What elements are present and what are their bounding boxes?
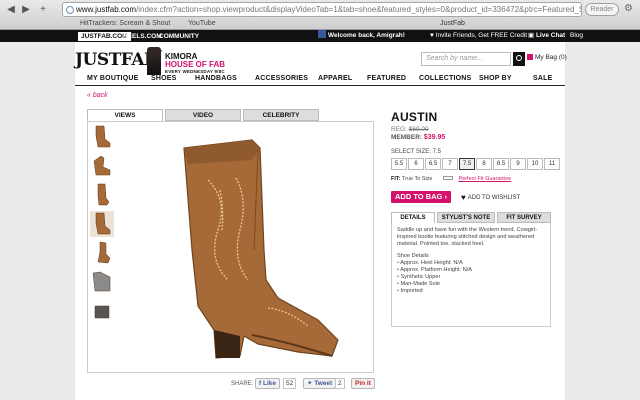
member-price: MEMBER: $39.95 — [391, 134, 446, 141]
main-navigation: MY BOUTIQUE SHOES HANDBAGS ACCESSORIES A… — [75, 74, 565, 86]
search-input[interactable]: Search by name... — [421, 52, 511, 66]
my-bag-link[interactable]: My Bag (0) — [527, 54, 567, 61]
facebook-like-button[interactable]: f Like — [255, 378, 280, 389]
gallery-thumbnail[interactable] — [90, 124, 114, 150]
url-path: /index.cfm?action=shop.viewproduct&displ… — [136, 5, 581, 14]
tab-stylists-note[interactable]: STYLIST'S NOTE — [437, 212, 495, 223]
nav-shoes[interactable]: SHOES — [151, 75, 177, 82]
purchase-actions: ADD TO BAG › ♥ ADD TO WISHLIST — [391, 191, 565, 203]
add-to-bag-button[interactable]: ADD TO BAG › — [391, 191, 451, 203]
size-option-8[interactable]: 8 — [476, 158, 492, 170]
search-icon[interactable] — [513, 52, 525, 66]
nav-featured[interactable]: FEATURED — [367, 75, 406, 82]
gallery-thumbnail[interactable] — [90, 153, 114, 179]
add-to-wishlist-link[interactable]: ♥ ADD TO WISHLIST — [461, 193, 520, 202]
size-option-6[interactable]: 6 — [408, 158, 424, 170]
pinterest-button[interactable]: Pin it — [351, 378, 375, 389]
back-link[interactable]: « back — [87, 92, 108, 99]
live-chat-link[interactable]: ▣ Live Chat — [528, 30, 565, 42]
gallery-thumbnail[interactable] — [90, 269, 114, 295]
url-domain: www.justfab.com — [76, 5, 137, 14]
size-option-11[interactable]: 11 — [544, 158, 560, 170]
welcome-text: Welcome back, Amigrah! — [318, 30, 405, 42]
gallery-thumbnail[interactable] — [90, 182, 114, 208]
detail-item: Synthetic Upper — [397, 274, 545, 281]
fit-info: FIT: True To Size Perfect Fit Guarantee — [391, 176, 512, 182]
browser-chrome: ◀ ▶ + www.justfab.com/index.cfm?action=s… — [0, 0, 640, 30]
promo-show-title: HOUSE OF FAB — [165, 60, 226, 69]
globe-icon — [66, 6, 74, 14]
detail-item: Man-Made Sole — [397, 281, 545, 288]
details-list: Approx. Heel Height: N/AApprox. Platform… — [397, 260, 545, 295]
kimora-photo — [147, 47, 161, 75]
bookmarks-bar: HitTrackers: Scream & Shout YouTube Just… — [0, 18, 640, 30]
tab-video[interactable]: VIDEO — [165, 109, 241, 121]
bookmark-item[interactable]: HitTrackers: Scream & Shout — [80, 18, 170, 30]
settings-icon[interactable]: ⚙ — [624, 3, 633, 14]
size-option-5-5[interactable]: 5.5 — [391, 158, 407, 170]
forward-arrow-icon[interactable]: ▶ — [19, 3, 33, 16]
facebook-icon — [318, 30, 326, 38]
nav-shop-by[interactable]: SHOP BY — [479, 75, 512, 82]
address-bar[interactable]: www.justfab.com/index.cfm?action=shop.vi… — [62, 2, 582, 17]
kimora-promo-banner[interactable]: KIMORA HOUSE OF FAB EVERY WEDNESDAY 9/8C — [147, 47, 257, 75]
tab-fit-survey[interactable]: FIT SURVEY — [497, 212, 551, 223]
page-background-right — [565, 42, 640, 400]
gallery-thumbnail[interactable] — [90, 240, 114, 266]
heart-icon: ♥ — [461, 193, 466, 202]
details-panel: Saddle up and have fun with the Western … — [391, 223, 551, 327]
tab-celebrity[interactable]: CELEBRITY — [243, 109, 319, 121]
nav-accessories[interactable]: ACCESSORIES — [255, 75, 308, 82]
page-background-left — [0, 42, 75, 400]
product-page: JUSTFAB™ KIMORA HOUSE OF FAB EVERY WEDNE… — [75, 42, 567, 400]
tab-community[interactable]: COMMUNITY — [156, 32, 202, 41]
product-info: AUSTIN REG: $69.00 MEMBER: $39.95 SELECT… — [391, 110, 565, 327]
detail-tabs: DETAILS STYLIST'S NOTE FIT SURVEY — [391, 212, 565, 223]
nav-collections[interactable]: COLLECTIONS — [419, 75, 471, 82]
tweet-count: 2 — [335, 378, 345, 389]
site-topbar: JUSTFAB.COM HEELS.COM COMMUNITY Welcome … — [0, 30, 640, 42]
tab-views[interactable]: VIEWS — [87, 109, 163, 121]
share-label: SHARE: — [231, 381, 254, 387]
reader-button[interactable]: Reader — [585, 3, 619, 16]
detail-item: Approx. Platform Height: N/A — [397, 267, 545, 274]
product-gallery — [87, 121, 374, 373]
size-label: SELECT SIZE: 7.5 — [391, 149, 441, 155]
product-description: Saddle up and have fun with the Western … — [397, 227, 538, 247]
back-arrow-icon[interactable]: ◀ — [4, 3, 18, 16]
shopping-bag-icon — [527, 54, 533, 60]
details-heading: Shoe Details — [397, 253, 429, 259]
nav-sale[interactable]: SALE — [533, 75, 552, 82]
regular-price: REG: $69.00 — [391, 126, 429, 133]
blog-link[interactable]: Blog — [570, 30, 583, 42]
nav-handbags[interactable]: HANDBAGS — [195, 75, 237, 82]
bookmark-item[interactable]: YouTube — [188, 18, 216, 30]
fit-guarantee-link[interactable]: Perfect Fit Guarantee — [459, 176, 512, 182]
invite-link[interactable]: ♥ Invite Friends, Get FREE Credit — [430, 30, 527, 42]
size-option-6-5[interactable]: 6.5 — [425, 158, 441, 170]
nav-apparel[interactable]: APPAREL — [318, 75, 352, 82]
tweet-button[interactable]: ✦ Tweet — [303, 378, 337, 389]
like-count: 52 — [283, 378, 297, 389]
detail-item: Imported — [397, 288, 545, 295]
tab-title: JustFab — [440, 20, 465, 27]
add-bookmark-icon[interactable]: + — [36, 3, 50, 16]
gallery-thumbnail[interactable] — [90, 211, 114, 237]
nav-my-boutique[interactable]: MY BOUTIQUE — [87, 75, 138, 82]
ruler-icon — [442, 176, 453, 180]
size-option-10[interactable]: 10 — [527, 158, 543, 170]
size-option-7[interactable]: 7 — [442, 158, 458, 170]
size-option-7-5[interactable]: 7.5 — [459, 158, 475, 170]
gallery-thumbnail[interactable] — [90, 298, 114, 324]
size-option-9[interactable]: 9 — [510, 158, 526, 170]
size-option-8-5[interactable]: 8.5 — [493, 158, 509, 170]
product-main-image[interactable] — [148, 130, 348, 370]
tab-details[interactable]: DETAILS — [391, 212, 435, 223]
detail-item: Approx. Heel Height: N/A — [397, 260, 545, 267]
product-title: AUSTIN — [391, 110, 438, 124]
size-selector: 5.5 6 6.5 7 7.5 8 8.5 9 10 11 — [391, 158, 565, 170]
